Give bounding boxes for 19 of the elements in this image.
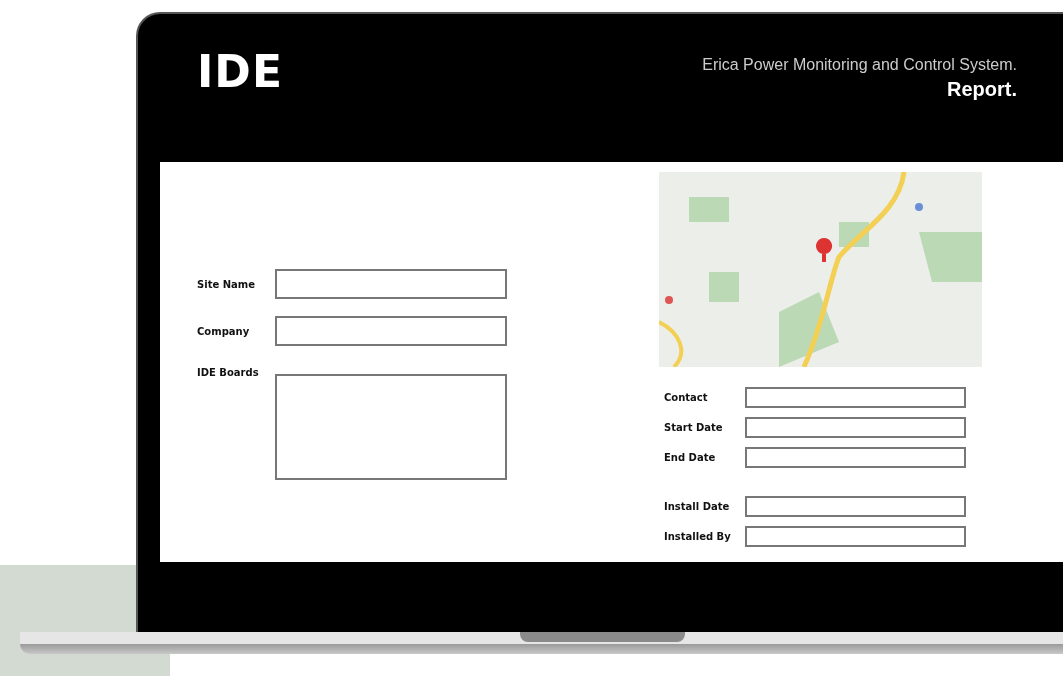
field-label: Installed By — [664, 531, 732, 542]
field-label: Company — [197, 325, 251, 337]
text-area[interactable] — [275, 374, 507, 480]
report-title: Report. — [947, 78, 1017, 101]
field-label: End Date — [664, 452, 717, 463]
input-field[interactable] — [275, 269, 507, 299]
input-field[interactable] — [745, 387, 966, 408]
field-label: Start Date — [664, 422, 724, 433]
input-field[interactable] — [745, 447, 966, 468]
input-field[interactable] — [745, 417, 966, 438]
field-label: Install Date — [664, 501, 731, 512]
input-field[interactable] — [745, 526, 966, 547]
input-field[interactable] — [275, 316, 507, 346]
field-label: IDE Boards — [197, 366, 260, 378]
field-label: Site Name — [197, 278, 256, 290]
field-label: Contact — [664, 392, 709, 403]
logo: IDE — [197, 50, 283, 94]
system-title: Erica Power Monitoring and Control System. — [702, 56, 1017, 74]
input-field[interactable] — [745, 496, 966, 517]
